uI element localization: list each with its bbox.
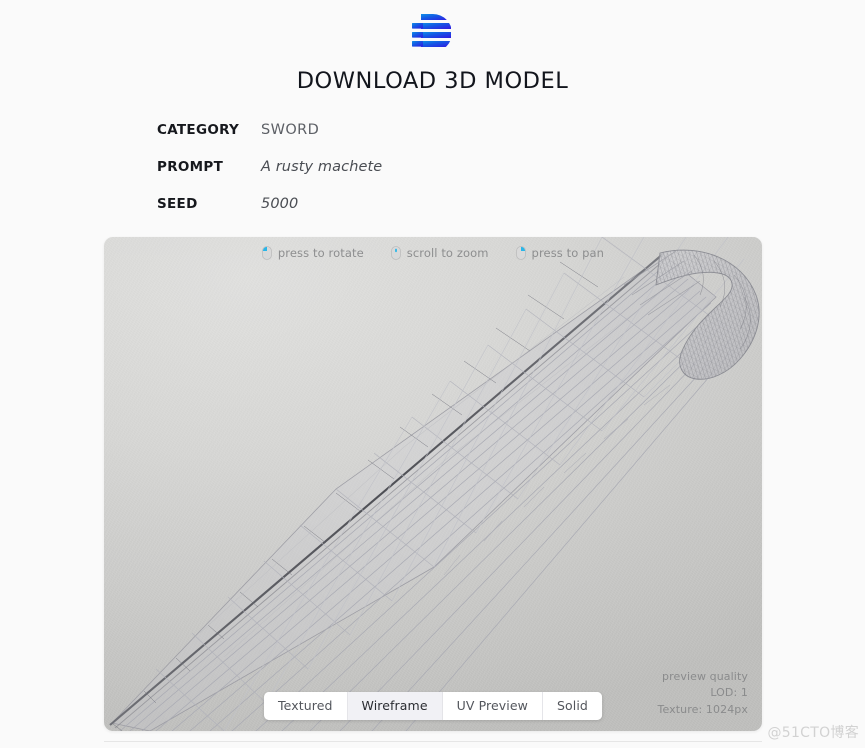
hint-rotate-label: press to rotate xyxy=(277,246,364,260)
quality-texture: Texture: 1024px xyxy=(657,702,748,716)
mode-button-solid[interactable]: Solid xyxy=(542,692,602,720)
hint-pan: press to pan xyxy=(515,246,605,260)
mouse-left-button-icon xyxy=(262,246,272,260)
model-viewer[interactable]: press to rotate scroll to zoom press to … xyxy=(104,237,762,731)
watermark: @51CTO博客 xyxy=(767,725,859,741)
viewer-control-hints: press to rotate scroll to zoom press to … xyxy=(104,246,762,260)
render-mode-toggle-group[interactable]: Textured Wireframe UV Preview Solid xyxy=(264,692,602,720)
page-header: DOWNLOAD 3D MODEL xyxy=(0,0,865,94)
mouse-right-button-icon xyxy=(515,246,526,260)
meta-row-seed: SEED 5000 xyxy=(157,196,865,233)
meta-value-seed: 5000 xyxy=(261,196,299,212)
meta-value-prompt: A rusty machete xyxy=(261,159,383,175)
mode-button-wireframe[interactable]: Wireframe xyxy=(347,692,443,720)
machete-wireframe-mesh xyxy=(109,237,760,731)
model-metadata: CATEGORY SWORD PROMPT A rusty machete SE… xyxy=(0,122,865,233)
hint-zoom: scroll to zoom xyxy=(390,246,489,260)
page-title: DOWNLOAD 3D MODEL xyxy=(296,68,569,94)
meta-value-category: SWORD xyxy=(261,122,320,138)
quality-lod: LOD: 1 xyxy=(710,686,748,699)
hint-pan-label: press to pan xyxy=(531,246,605,260)
meta-label-prompt: PROMPT xyxy=(157,159,224,175)
mouse-scroll-wheel-icon xyxy=(390,246,401,260)
meta-label-category: CATEGORY xyxy=(157,122,240,138)
meta-row-prompt: PROMPT A rusty machete xyxy=(157,159,865,196)
meta-row-category: CATEGORY SWORD xyxy=(157,122,865,159)
hint-zoom-label: scroll to zoom xyxy=(406,246,489,260)
mode-button-uv-preview[interactable]: UV Preview xyxy=(442,692,543,720)
hint-rotate: press to rotate xyxy=(262,246,364,260)
footer-divider xyxy=(104,741,762,742)
meta-label-seed: SEED xyxy=(157,196,198,212)
preview-quality-readout: preview quality LOD: 1 Texture: 1024px xyxy=(658,669,748,719)
mode-button-textured[interactable]: Textured xyxy=(264,692,348,720)
brand-logo-icon xyxy=(407,12,459,54)
quality-title: preview quality xyxy=(662,669,748,683)
